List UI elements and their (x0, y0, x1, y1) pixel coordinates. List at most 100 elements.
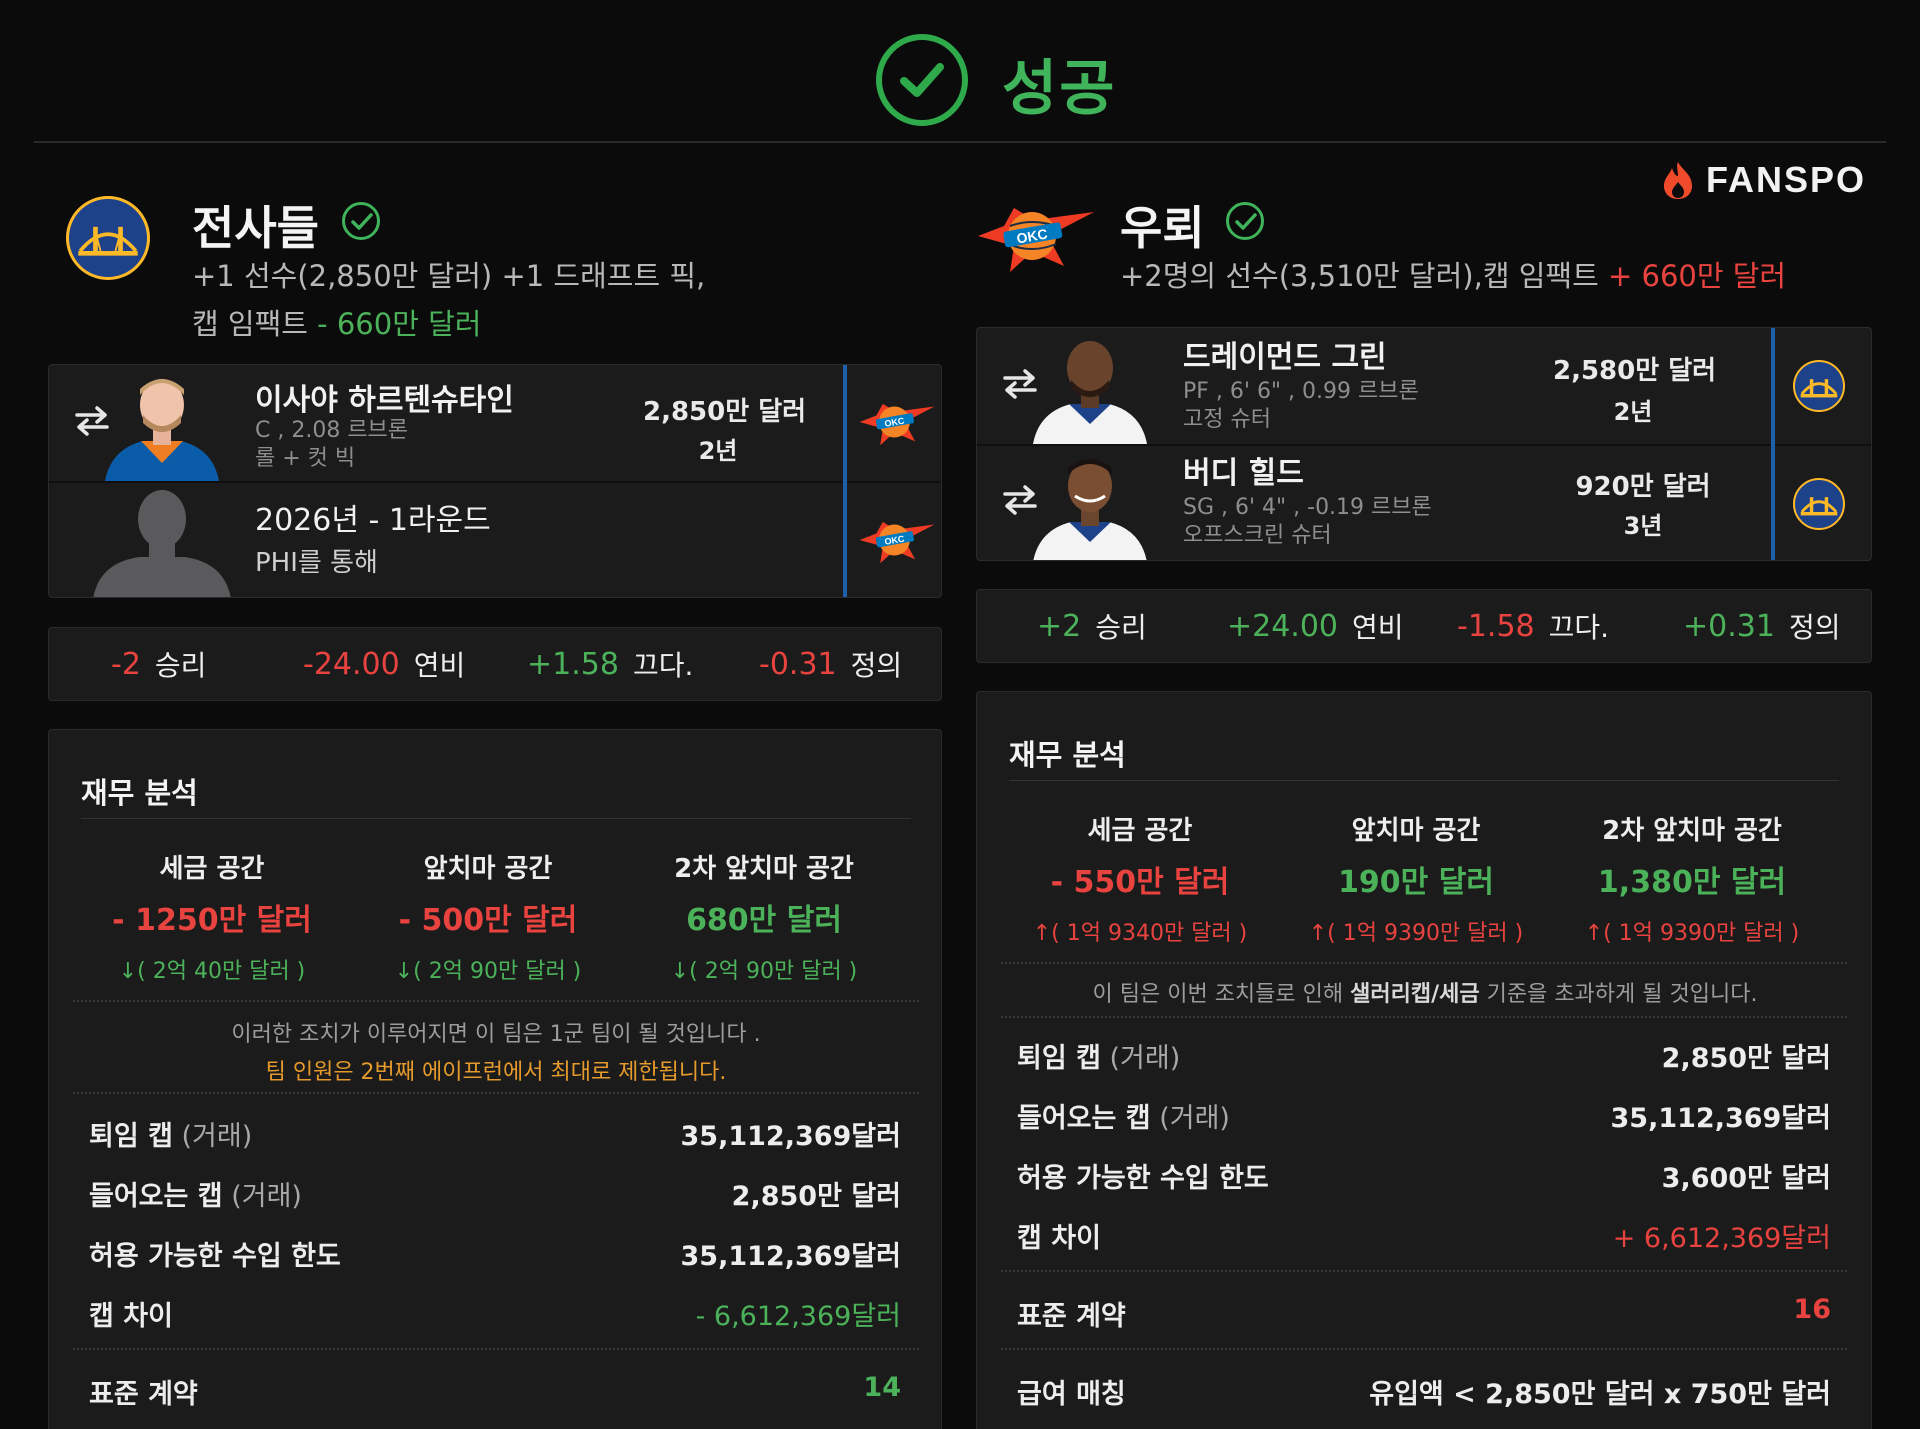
left-team-summary: +1 선수(2,850만 달러) +1 드래프트 픽, 캡 임팩트 - 660만… (192, 252, 705, 348)
stat-wins: +2 승리 (1037, 590, 1147, 662)
player-name[interactable]: 이사야 하르텐슈타인 (255, 375, 514, 419)
incoming-cap-label: 들어오는 캡 (거래) (1017, 1096, 1230, 1135)
standard-contracts-value: 16 (1793, 1294, 1831, 1325)
divider (81, 818, 911, 819)
row-key-suffix: (거래) (222, 1181, 302, 1212)
column-heading: 2차 앞치마 공간 (1602, 816, 1782, 846)
placeholder-avatar (87, 489, 237, 597)
salary-matching-value: 유입액 < 2,850만 달러 x 750만 달러 (1369, 1379, 1831, 1410)
right-team-name: 우뢰 (1120, 201, 1205, 255)
stat-label: 승리 (1095, 611, 1147, 644)
team-strip (843, 365, 847, 597)
stat-rating: -24.00 연비 (303, 628, 465, 700)
row-key-suffix: (거래) (172, 1121, 253, 1152)
player-photo (1025, 334, 1155, 444)
left-team-name: 전사들 (192, 201, 319, 255)
column-threshold: ↓( 2억 40만 달러 ) (118, 959, 306, 984)
outgoing-cap-label: 퇴임 캡 (거래) (89, 1114, 252, 1153)
right-team-summary: +2명의 선수(3,510만 달러),캡 임팩트 + 660만 달러 (1120, 252, 1786, 300)
outgoing-cap-value: 2,850만 달러 (1661, 1043, 1831, 1074)
dotted-divider (73, 1092, 919, 1094)
standard-contracts-label: 표준 계약 (1017, 1301, 1126, 1332)
column-heading: 2차 앞치마 공간 (674, 854, 854, 884)
dotted-divider (73, 1000, 919, 1002)
warriors-logo (1793, 360, 1845, 412)
column-threshold: ↓( 2억 90만 달러 ) (670, 959, 858, 984)
player-salary: 920만 달러 (1575, 472, 1711, 502)
player-name[interactable]: 버디 힐드 (1183, 448, 1304, 492)
left-summary-line2: 캡 임팩트 - 660만 달러 (192, 300, 705, 348)
stat-value: -0.31 (759, 646, 837, 682)
salary-matching-label: 급여 매칭 (1017, 1379, 1126, 1410)
column-threshold: ↑( 1억 9390만 달러 ) (1308, 921, 1524, 946)
roster-limit-warning: 팀 인원은 2번째 에이프런에서 최대로 제한됩니다. (265, 1060, 727, 1085)
cap-difference-value: + 6,612,369달러 (1612, 1223, 1831, 1254)
player-photo (97, 371, 227, 481)
player-name[interactable]: 드레이먼드 그린 (1183, 332, 1387, 376)
incoming-cap-value: 35,112,369달러 (1610, 1103, 1832, 1134)
left-stat-bar: -2 승리 -24.00 연비 +1.58 끄다. -0.31 정의 (48, 627, 942, 701)
column-threshold: ↓( 2억 90만 달러 ) (394, 959, 582, 984)
player-role: 롤 + 컷 빅 (255, 446, 356, 471)
tax-space-column: 세금 공간 - 550만 달러 ↑( 1억 9340만 달러 ) (1015, 810, 1265, 947)
dotted-divider (1001, 1270, 1847, 1272)
status-banner: 성공 (34, 0, 1886, 143)
column-value: - 1250만 달러 (112, 903, 312, 938)
stat-label: 정의 (850, 649, 903, 682)
stat-value: -24.00 (303, 646, 400, 682)
stat-value: +0.31 (1683, 608, 1775, 644)
thunder-logo: OKC (857, 513, 937, 567)
brand-logo: FANSPO (1660, 158, 1866, 202)
player-row[interactable]: 드레이먼드 그린 PF , 6' 6" , 0.99 르브론 고정 슈터 2,5… (977, 328, 1871, 444)
left-financial-analysis: 재무 분석 세금 공간 - 1250만 달러 ↓( 2억 40만 달러 ) 앞치… (48, 729, 942, 1429)
team-status-note: 이러한 조치가 이루어지면 이 팀은 1군 팀이 될 것입니다 . (231, 1022, 761, 1047)
player-row[interactable]: 버디 힐드 SG , 6' 4" , -0.19 르브론 오프스크린 슈터 92… (977, 446, 1871, 560)
left-summary-line1: +1 선수(2,850만 달러) +1 드래프트 픽, (192, 259, 706, 293)
draft-pick-row[interactable]: 2026년 - 1라운드 PHI를 통해 (49, 483, 941, 597)
contract-years: 3년 (1623, 512, 1663, 540)
stat-label: 연비 (413, 649, 466, 682)
player-row[interactable]: 이사야 하르텐슈타인 C , 2.08 르브론 롤 + 컷 빅 2,850만 달… (49, 365, 941, 481)
column-value: 190만 달러 (1338, 865, 1494, 900)
row-key: 퇴임 캡 (1017, 1043, 1101, 1074)
stat-label: 승리 (154, 649, 207, 682)
check-circle-icon (876, 34, 968, 126)
note-text: 기준을 초과하게 될 것입니다. (1479, 982, 1758, 1007)
stat-rating: +24.00 연비 (1227, 590, 1404, 662)
player-position-rating: C , 2.08 르브론 (255, 418, 409, 443)
outgoing-cap-value: 35,112,369달러 (680, 1121, 902, 1152)
left-cap-impact-label: 캡 임팩트 (192, 307, 308, 341)
left-incoming-assets: 이사야 하르텐슈타인 C , 2.08 르브론 롤 + 컷 빅 2,850만 달… (48, 364, 942, 598)
cap-difference-value: - 6,612,369달러 (695, 1301, 901, 1332)
stat-label: 끄다. (1548, 611, 1610, 644)
dotted-divider (73, 1348, 919, 1350)
warriors-logo (66, 196, 150, 280)
row-key-suffix: (거래) (1100, 1043, 1181, 1074)
stat-value: -2 (111, 646, 141, 682)
brand-name: FANSPO (1706, 159, 1867, 200)
row-key-suffix: (거래) (1150, 1103, 1230, 1134)
apron-space-column: 앞치마 공간 190만 달러 ↑( 1억 9390만 달러 ) (1291, 810, 1541, 947)
stat-value: +1.58 (527, 646, 619, 682)
second-apron-column: 2차 앞치마 공간 680만 달러 ↓( 2억 90만 달러 ) (639, 848, 889, 985)
status-title: 성공 (1002, 54, 1117, 124)
stat-label: 연비 (1352, 611, 1404, 644)
column-value: 680만 달러 (686, 903, 842, 938)
cap-difference-label: 캡 차이 (1017, 1223, 1101, 1254)
allowable-income-value: 35,112,369달러 (680, 1241, 902, 1272)
right-stat-bar: +2 승리 +24.00 연비 -1.58 끄다. +0.31 정의 (976, 589, 1872, 663)
right-financial-analysis: 재무 분석 세금 공간 - 550만 달러 ↑( 1억 9340만 달러 ) 앞… (976, 691, 1872, 1429)
column-heading: 세금 공간 (1087, 816, 1193, 846)
incoming-cap-value: 2,850만 달러 (731, 1181, 901, 1212)
draft-pick-name[interactable]: 2026년 - 1라운드 (255, 495, 491, 539)
note-text: 이 팀은 이번 조치들로 인해 (1092, 982, 1351, 1007)
stat-value: +2 (1037, 608, 1082, 644)
divider (1009, 780, 1839, 781)
right-incoming-assets: 드레이먼드 그린 PF , 6' 6" , 0.99 르브론 고정 슈터 2,5… (976, 327, 1872, 561)
thunder-logo: OKC (857, 395, 937, 449)
team-strip (1771, 328, 1775, 560)
allowable-income-label: 허용 가능한 수입 한도 (1017, 1163, 1269, 1194)
row-key: 들어오는 캡 (1017, 1103, 1151, 1134)
row-key: 퇴임 캡 (89, 1121, 173, 1152)
flame-icon (1664, 162, 1692, 199)
